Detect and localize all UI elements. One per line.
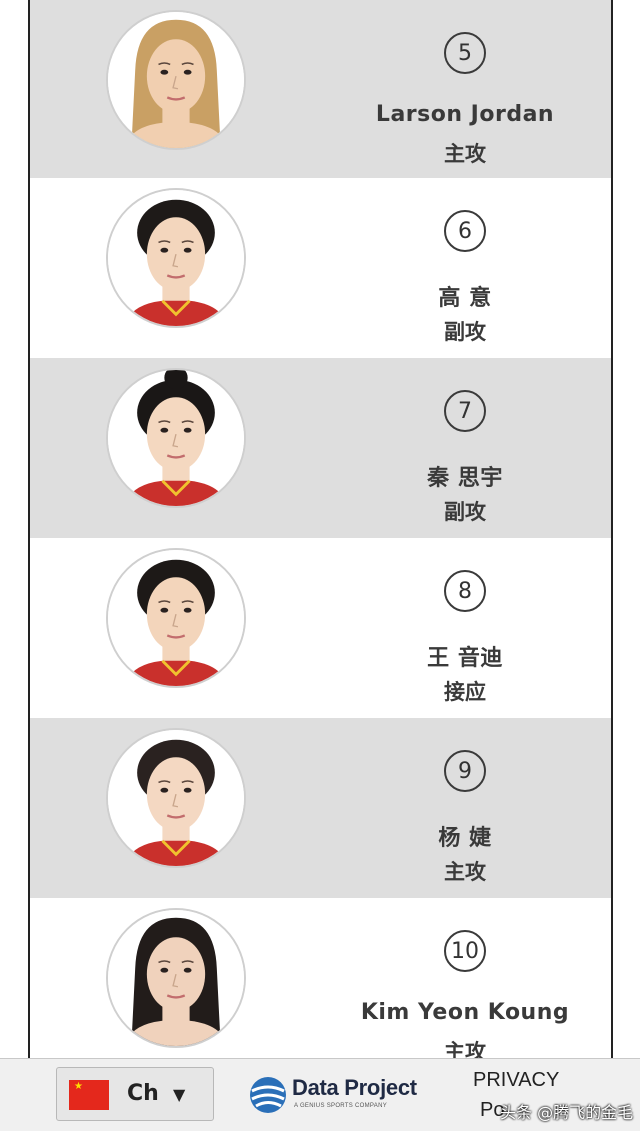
jersey-number-badge: 10 — [444, 930, 486, 972]
player-row[interactable]: 8 王 音迪 接应 — [30, 538, 611, 718]
data-project-logo[interactable]: Data Project A GENIUS SPORTS COMPANY — [248, 1073, 438, 1117]
player-row[interactable]: 6 高 意 副攻 — [30, 178, 611, 358]
player-position: 副攻 — [444, 320, 486, 344]
globe-logo-icon — [250, 1077, 286, 1113]
player-name: Kim Yeon Koung — [360, 1000, 570, 1025]
player-position: 接应 — [444, 680, 486, 704]
player-row[interactable]: 9 杨 婕 主攻 — [30, 718, 611, 898]
player-row[interactable]: 5 Larson Jordan 主攻 — [30, 0, 611, 178]
player-portrait — [108, 370, 244, 506]
player-portrait — [108, 730, 244, 866]
privacy-policy-link[interactable]: PRIVACY — [473, 1069, 559, 1092]
player-name: 王 音迪 — [427, 646, 503, 671]
jersey-number-badge: 9 — [444, 750, 486, 792]
player-portrait — [108, 190, 244, 326]
dropdown-caret-icon: ▼ — [173, 1085, 186, 1104]
player-row[interactable]: 7 秦 思宇 副攻 — [30, 358, 611, 538]
player-portrait — [108, 12, 244, 148]
player-photo — [106, 548, 246, 688]
jersey-number-badge: 5 — [444, 32, 486, 74]
player-photo — [106, 728, 246, 868]
player-position: 副攻 — [444, 500, 486, 524]
player-photo — [106, 368, 246, 508]
jersey-number-badge: 6 — [444, 210, 486, 252]
player-photo — [106, 188, 246, 328]
brand-name: Data Project — [292, 1075, 417, 1100]
player-name: 秦 思宇 — [427, 466, 503, 491]
watermark-text: 头条 @腾飞的金毛 — [500, 1103, 634, 1122]
player-position: 主攻 — [444, 1040, 486, 1060]
jersey-number-badge: 7 — [444, 390, 486, 432]
player-name: 杨 婕 — [438, 826, 492, 851]
player-photo — [106, 10, 246, 150]
player-portrait — [108, 550, 244, 686]
brand-tagline: A GENIUS SPORTS COMPANY — [294, 1103, 388, 1109]
jersey-number-badge: 8 — [444, 570, 486, 612]
player-row[interactable]: 10 Kim Yeon Koung 主攻 — [30, 898, 611, 1060]
player-portrait — [108, 910, 244, 1046]
language-selector[interactable]: ★ Ch ▼ — [56, 1067, 214, 1121]
player-position: 主攻 — [444, 860, 486, 884]
language-code: Ch — [127, 1081, 159, 1106]
player-position: 主攻 — [444, 142, 486, 166]
player-roster: 5 Larson Jordan 主攻 6 高 意 副攻 7 秦 思宇 副攻 8 … — [28, 0, 613, 1060]
player-name: Larson Jordan — [375, 102, 555, 127]
china-flag-icon: ★ — [69, 1080, 109, 1110]
player-photo — [106, 908, 246, 1048]
site-footer: ★ Ch ▼ Data Project A GENIUS SPORTS COMP… — [0, 1058, 640, 1131]
player-name: 高 意 — [438, 286, 492, 311]
